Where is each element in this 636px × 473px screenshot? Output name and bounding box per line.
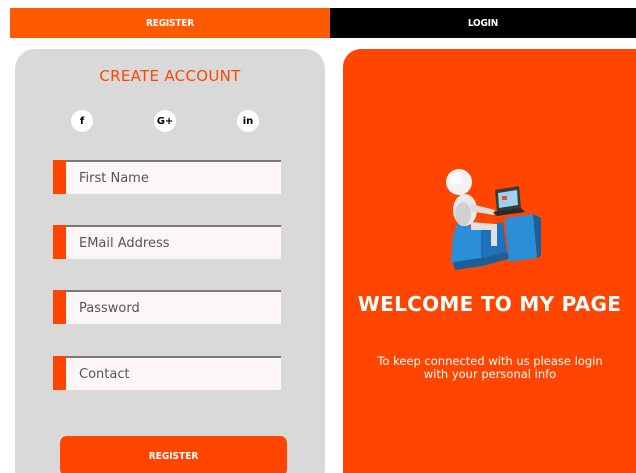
field-accent-bar [53, 160, 66, 194]
linkedin-icon[interactable]: in [237, 110, 259, 132]
password-field-group [53, 290, 281, 324]
google-plus-icon[interactable]: G+ [154, 110, 176, 132]
first-name-input[interactable] [66, 160, 281, 194]
register-button[interactable]: REGISTER [60, 436, 287, 473]
first-name-field-group [53, 160, 281, 194]
create-account-title: CREATE ACCOUNT [99, 67, 241, 85]
password-input[interactable] [66, 290, 281, 324]
person-at-laptop-icon [446, 169, 541, 270]
welcome-message: To keep connected with us please login w… [377, 354, 603, 381]
contact-field-group [53, 356, 281, 390]
email-input[interactable] [66, 225, 281, 259]
welcome-title: WELCOME TO MY PAGE [357, 292, 622, 316]
tab-register[interactable]: REGISTER [10, 8, 330, 38]
field-accent-bar [53, 290, 66, 324]
contact-input[interactable] [66, 356, 281, 390]
facebook-icon[interactable]: f [71, 110, 93, 132]
field-accent-bar [53, 356, 66, 390]
tab-login[interactable]: LOGIN [330, 8, 636, 38]
email-field-group [53, 225, 281, 259]
tab-bar: REGISTER LOGIN [10, 8, 636, 38]
field-accent-bar [53, 225, 66, 259]
